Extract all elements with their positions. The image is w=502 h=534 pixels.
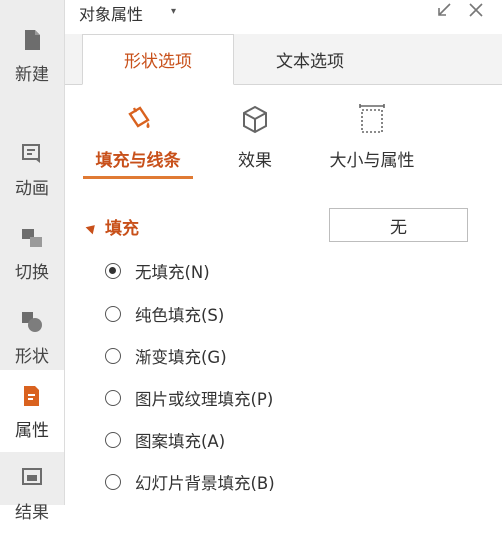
radio-button[interactable]	[105, 306, 121, 322]
radio-button[interactable]	[105, 263, 121, 279]
image-icon	[22, 468, 42, 485]
sidebar-item-label: 结果	[15, 503, 49, 523]
section-title: 填充	[105, 219, 139, 239]
sidebar-item-properties[interactable]: 属性	[0, 370, 64, 452]
radio-label: 无填充(N)	[135, 263, 210, 282]
radio-picture-texture-fill[interactable]: 图片或纹理填充(P)	[105, 383, 273, 413]
collapse-triangle-icon	[85, 221, 99, 235]
sidebar-item-label: 属性	[15, 421, 49, 441]
radio-button[interactable]	[105, 474, 121, 490]
radio-label: 图片或纹理填充(P)	[135, 390, 274, 409]
radio-button[interactable]	[105, 390, 121, 406]
transition-icon	[22, 229, 42, 247]
sidebar-item-image[interactable]: 结果	[0, 452, 64, 534]
radio-gradient-fill[interactable]: 渐变填充(G)	[105, 341, 227, 371]
animation-icon	[22, 144, 40, 163]
active-subtab-indicator	[83, 176, 193, 179]
properties-panel: 对象属性 ▾ 形状选项 文本选项 填充与线条 效果 大小与属性 填充 无 无填充…	[65, 0, 502, 505]
paint-bucket-icon	[128, 106, 150, 128]
radio-slide-background-fill[interactable]: 幻灯片背景填充(B)	[105, 467, 275, 497]
tab-text-options[interactable]: 文本选项	[234, 34, 386, 84]
sidebar-item-label: 切换	[15, 263, 49, 283]
fill-color-dropdown[interactable]: 无	[329, 208, 468, 242]
sidebar-item-shapes[interactable]: 形状	[0, 296, 64, 378]
radio-label: 幻灯片背景填充(B)	[135, 474, 275, 493]
tab-shape-options[interactable]: 形状选项	[82, 34, 234, 85]
tab-label: 形状选项	[124, 52, 192, 72]
sidebar-item-label: 形状	[15, 347, 49, 367]
sidebar-item-animation[interactable]: 动画	[0, 128, 64, 210]
radio-no-fill[interactable]: 无填充(N)	[105, 256, 210, 286]
tab-label: 文本选项	[276, 51, 344, 72]
radio-label: 渐变填充(G)	[135, 348, 227, 367]
close-icon[interactable]	[465, 0, 487, 22]
sidebar-item-label: 新建	[15, 65, 49, 85]
sidebar-item-label: 动画	[15, 179, 49, 199]
subtab-label: 填充与线条	[95, 151, 181, 171]
radio-label: 纯色填充(S)	[135, 306, 225, 325]
subtab-label: 效果	[238, 151, 272, 171]
radio-pattern-fill[interactable]: 图案填充(A)	[105, 425, 225, 455]
subtab-effects[interactable]: 效果	[225, 96, 285, 180]
panel-titlebar: 对象属性 ▾	[65, 0, 502, 26]
subtabs: 填充与线条 效果 大小与属性	[65, 96, 502, 180]
size-frame-icon	[359, 104, 385, 133]
shapes-icon	[22, 312, 42, 332]
radio-label: 图案填充(A)	[135, 432, 226, 451]
title-dropdown-caret[interactable]: ▾	[171, 6, 176, 17]
properties-icon	[24, 386, 39, 406]
radio-button[interactable]	[105, 348, 121, 364]
dropdown-value: 无	[390, 217, 407, 238]
cube-icon	[243, 105, 267, 134]
sidebar-item-transition[interactable]: 切换	[0, 212, 64, 294]
radio-button[interactable]	[105, 432, 121, 448]
subtab-label: 大小与属性	[329, 151, 415, 171]
fill-section-header[interactable]: 填充	[85, 214, 139, 239]
options-tabs: 形状选项 文本选项	[65, 34, 502, 85]
radio-solid-fill[interactable]: 纯色填充(S)	[105, 299, 224, 329]
sidebar: 新建 动画 切换 形状 属性 结果	[0, 0, 65, 523]
collapse-icon[interactable]	[433, 0, 455, 22]
subtab-size-properties[interactable]: 大小与属性	[317, 96, 427, 180]
subtab-fill-line[interactable]: 填充与线条	[83, 96, 193, 180]
document-icon	[25, 30, 40, 50]
panel-title: 对象属性	[79, 5, 144, 24]
sidebar-item-new[interactable]: 新建	[0, 14, 64, 96]
